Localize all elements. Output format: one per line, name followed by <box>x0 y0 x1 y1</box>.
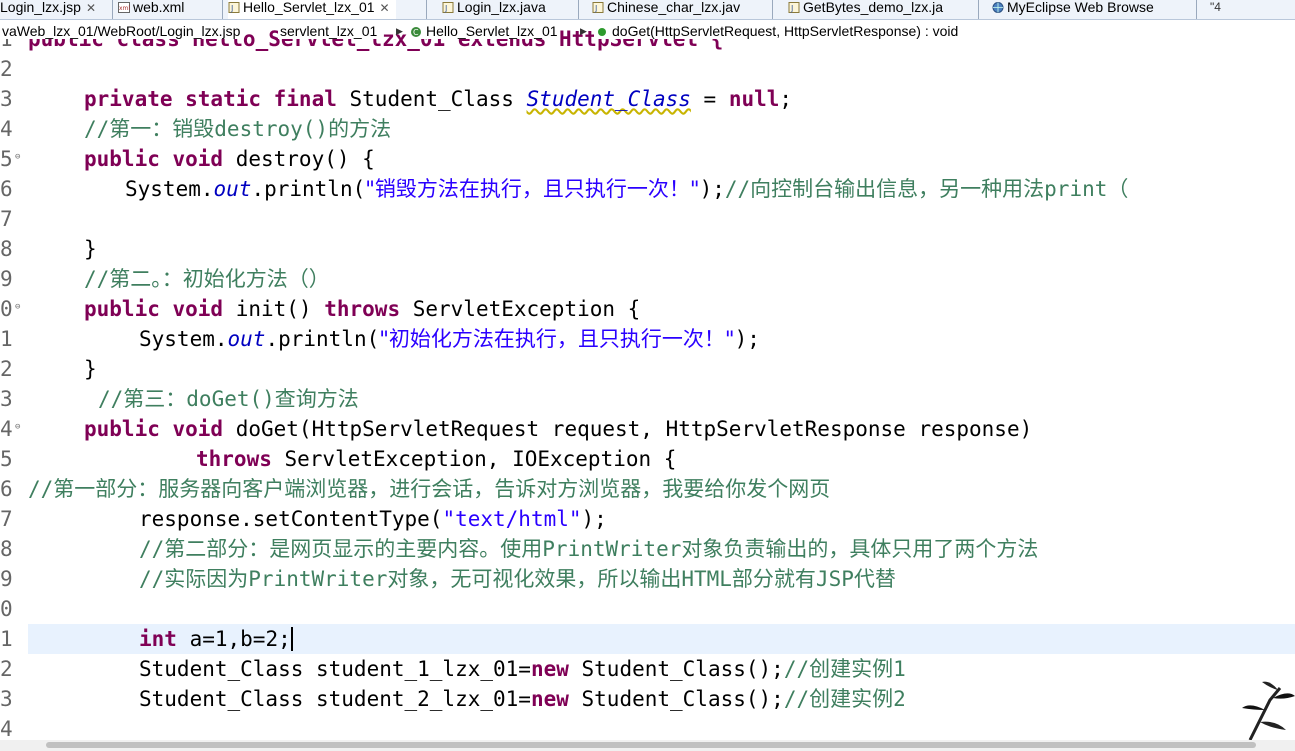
code-line: int a=1,b=2; <box>139 627 293 651</box>
svg-text:C: C <box>413 28 419 37</box>
chevron-right-icon: ▶ <box>580 26 587 36</box>
line-number: 5 <box>0 447 13 471</box>
tab-divider <box>426 0 427 19</box>
line-number: 8 <box>0 237 13 261</box>
line-number: 1 <box>0 327 13 351</box>
editor-tab-bar: Login_lzx.jsp ✕ xml web.xml J Hello_Servlet… <box>0 0 1295 20</box>
code-line: public void doGet(HttpServletRequest req… <box>84 417 1033 441</box>
code-line: System.out.println("初始化方法在执行，且只执行一次！"); <box>139 327 760 351</box>
close-icon[interactable]: ✕ <box>380 1 390 15</box>
breadcrumb-path[interactable]: vaWeb_lzx_01/WebRoot/Login_lzx.jsp <box>0 23 243 39</box>
fold-toggle-icon[interactable]: ⊖ <box>15 422 20 432</box>
line-number: 3 <box>0 687 13 711</box>
code-comment: //第二部分：是网页显示的主要内容。使用PrintWriter对象负责输出的，具… <box>139 537 1039 561</box>
line-number: 2 <box>0 657 13 681</box>
chevron-right-icon: ▶ <box>396 26 403 36</box>
line-number: 3 <box>0 387 13 411</box>
class-icon: C <box>410 25 422 37</box>
tab-login-java[interactable]: J Login_lzx.java <box>442 0 546 19</box>
code-line: public void destroy() { <box>84 147 375 171</box>
xml-file-icon: xml <box>118 1 130 13</box>
java-file-icon: J <box>788 1 800 13</box>
code-line: response.setContentType("text/html"); <box>139 507 607 531</box>
line-number: 4 <box>0 117 13 141</box>
close-icon[interactable]: ✕ <box>86 1 96 15</box>
code-line: throws ServletException, IOException { <box>196 447 677 471</box>
horizontal-scrollbar[interactable] <box>0 740 1295 751</box>
line-number: 2 <box>0 57 13 81</box>
line-number: 3 <box>0 87 13 111</box>
scrollbar-thumb[interactable] <box>46 742 1256 748</box>
line-number: 1 <box>0 627 13 651</box>
code-line: } <box>84 357 97 381</box>
tab-divider <box>772 0 773 19</box>
code-comment: //第一部分：服务器向客户端浏览器，进行会话，告诉对方浏览器，我要给你发个网页 <box>28 477 831 501</box>
svg-text:J: J <box>230 4 233 13</box>
breadcrumb-method[interactable]: doGet(HttpServletRequest, HttpServletRes… <box>594 23 961 39</box>
code-line: System.out.println("销毁方法在执行，且只执行一次！");//… <box>125 177 1129 201</box>
svg-text:J: J <box>790 4 793 13</box>
code-comment: //第三：doGet()查询方法 <box>98 387 359 411</box>
tab-login-jsp[interactable]: Login_lzx.jsp ✕ <box>0 0 96 19</box>
line-number: 8 <box>0 537 13 561</box>
line-number: 6 <box>0 177 13 201</box>
tab-divider <box>1196 0 1197 19</box>
code-comment: //实际因为PrintWriter对象，无可视化效果，所以输出HTML部分就有J… <box>139 567 896 591</box>
code-editor[interactable]: 1 2 3 4 5 6 7 8 9 0 1 2 3 4 5 6 7 8 9 0 … <box>0 0 1295 741</box>
tab-divider <box>112 0 113 19</box>
java-file-icon: J <box>592 1 604 13</box>
tab-web-browser[interactable]: MyEclipse Web Browse <box>992 0 1154 19</box>
svg-text:xml: xml <box>119 5 130 12</box>
bamboo-decoration-icon <box>1242 681 1295 740</box>
code-comment: //第一：销毁destroy()的方法 <box>84 117 392 141</box>
breadcrumb: vaWeb_lzx_01/WebRoot/Login_lzx.jsp servl… <box>0 20 1295 42</box>
svg-text:J: J <box>594 4 597 13</box>
tab-chinese-char[interactable]: J Chinese_char_lzx.jav <box>592 0 740 19</box>
globe-icon <box>992 1 1004 13</box>
java-file-icon: J <box>442 1 454 13</box>
tab-getbytes[interactable]: J GetBytes_demo_lzx.ja <box>788 0 943 19</box>
breadcrumb-package[interactable]: servlent_lzx_01 <box>278 23 380 39</box>
svg-text:J: J <box>444 4 447 13</box>
tab-hello-servlet[interactable]: J Hello_Servlet_lzx_01 ✕ <box>228 0 396 19</box>
java-file-icon: J <box>228 1 240 13</box>
breadcrumb-class[interactable]: C Hello_Servlet_lzx_01 <box>408 23 560 39</box>
code-line: Student_Class student_1_lzx_01=new Stude… <box>139 657 906 681</box>
tab-divider <box>222 0 223 19</box>
line-number: 0 <box>0 597 13 621</box>
line-number: 6 <box>0 477 13 501</box>
tab-divider <box>578 0 579 19</box>
code-line: private static final Student_Class Stude… <box>84 87 793 111</box>
fold-toggle-icon[interactable]: ⊖ <box>15 302 20 312</box>
line-number: 9 <box>0 567 13 591</box>
code-line: Student_Class student_2_lzx_01=new Stude… <box>139 687 906 711</box>
tab-overflow-indicator[interactable]: "4 <box>1210 0 1221 14</box>
code-line: } <box>84 237 97 261</box>
line-number: 2 <box>0 357 13 381</box>
line-number: 9 <box>0 267 13 291</box>
method-icon <box>596 25 608 37</box>
tab-divider <box>978 0 979 19</box>
tab-web-xml[interactable]: xml web.xml <box>118 0 184 19</box>
line-number: 7 <box>0 207 13 231</box>
text-caret <box>290 627 293 651</box>
code-line: public void init() throws ServletExcepti… <box>84 297 641 321</box>
code-comment: //第二。：初始化方法（） <box>84 267 330 291</box>
fold-toggle-icon[interactable]: ⊖ <box>15 152 20 162</box>
line-number: 7 <box>0 507 13 531</box>
